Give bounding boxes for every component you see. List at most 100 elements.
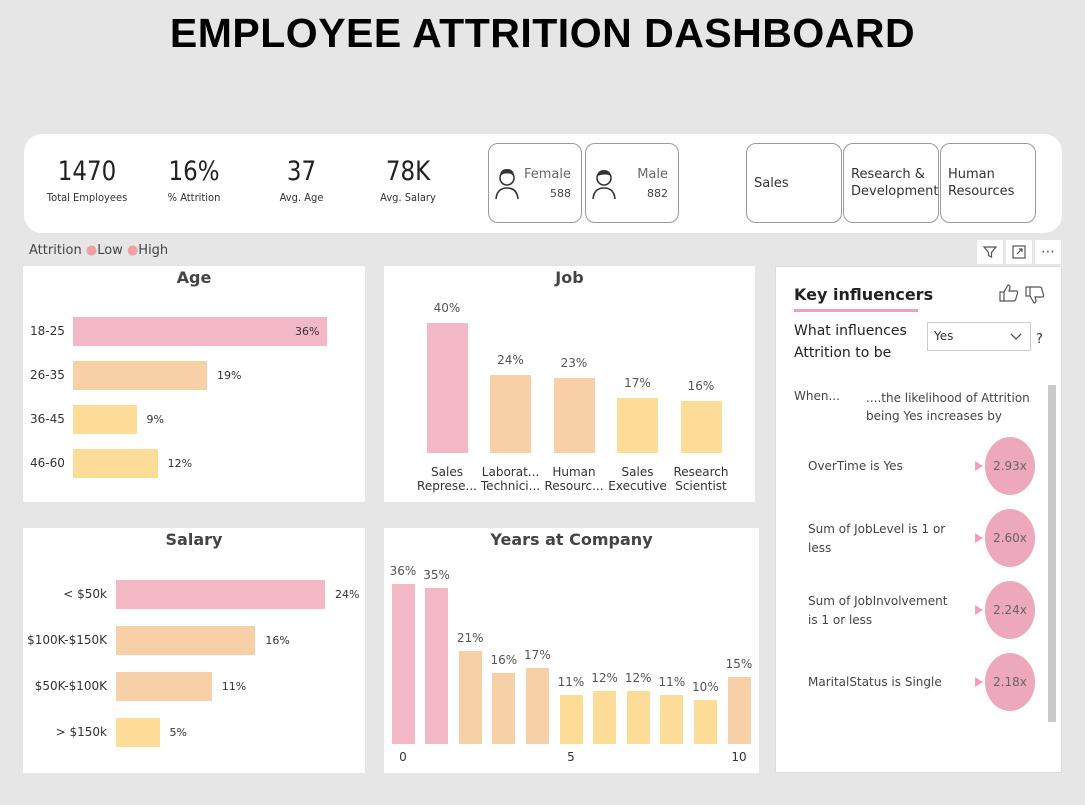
bar-value-label: 24%: [335, 588, 360, 601]
bar-category-label: > $150k: [55, 725, 107, 739]
ki-title[interactable]: Key influencers: [794, 285, 933, 304]
column-bar: [593, 690, 617, 744]
bar-category-label: $50K-$100K: [34, 679, 107, 693]
bar-category-label: $100K-$150K: [27, 633, 107, 647]
job-chart-panel: Job 40% Sales Represe... 24% Laborat... Tec…: [384, 266, 755, 502]
column-bar: [426, 323, 468, 453]
column-value-label: 16%: [687, 379, 715, 393]
thumbs-up-icon[interactable]: [998, 283, 1020, 303]
legend-title: Attrition: [29, 243, 82, 258]
column-bar: [693, 699, 717, 744]
column-category-label: Sales Represe...: [417, 465, 477, 493]
column-value-label: 11%: [658, 675, 686, 690]
legend-dot-icon: ●: [126, 243, 139, 258]
filter-icon[interactable]: [977, 240, 1003, 264]
column-bar: [525, 668, 549, 744]
chart-title: Years at Company: [490, 530, 653, 549]
legend-item: High: [138, 243, 169, 258]
salary-chart-panel: Salary < $50k 24% $100K-$150K 16% $50K-$100K…: [23, 528, 365, 773]
column-value-label: 11%: [557, 675, 585, 690]
age-chart-panel: Age 18-25 36% 26-35 19% 36-45 9% 46-60 12%: [23, 266, 365, 502]
bar: [73, 405, 137, 434]
column-bar: [490, 375, 531, 453]
column-value-label: 17%: [624, 375, 651, 390]
ki-value-dropdown[interactable]: Yes: [927, 322, 1031, 351]
ki-likelihood-header: ....the likelihood of Attrition being Ye…: [866, 391, 1030, 423]
bar-category-label: 46-60: [30, 456, 65, 470]
kpi-total-employees: 1470 Total Employees: [42, 156, 132, 204]
influencer-label[interactable]: MaritalStatus is Single: [808, 673, 958, 692]
column-bar: [727, 677, 751, 744]
influencer-bubble[interactable]: 2.24x: [985, 581, 1035, 639]
gender-card-female[interactable]: Female 588: [488, 143, 582, 223]
kpi-attrition: 16% % Attrition: [154, 156, 234, 204]
x-axis-tick-label: 5: [567, 750, 575, 764]
bar-value-label: 36%: [295, 325, 320, 338]
gender-name: Female: [523, 167, 571, 182]
department-rd-button[interactable]: Research & Development: [843, 143, 939, 223]
legend-item: Low: [97, 243, 123, 258]
column-value-label: 17%: [524, 648, 551, 663]
influencer-label[interactable]: Sum of JobInvolvement is 1 or less: [808, 592, 958, 630]
department-sales-button[interactable]: Sales: [746, 143, 842, 223]
help-icon[interactable]: ?: [1036, 332, 1043, 347]
column-value-label: 21%: [456, 630, 484, 645]
dropdown-value: Yes: [934, 329, 954, 343]
ki-scrollbar[interactable]: [1048, 385, 1056, 722]
bar-category-label: 26-35: [30, 368, 65, 382]
column-bar: [391, 584, 415, 744]
kpi-value: 1470: [57, 156, 117, 187]
years-chart-panel: Years at Company 36% 35% 21% 16% 17% 11% 12% 12…: [384, 528, 759, 773]
influencer-bubble[interactable]: 2.60x: [985, 509, 1035, 567]
pointer-arrow-icon: [975, 461, 983, 471]
column-bar: [660, 695, 684, 744]
influencer-label[interactable]: Sum of JobLevel is 1 or less: [808, 520, 958, 558]
column-category-label: Human Resourc...: [544, 465, 604, 493]
influencer-bubble[interactable]: 2.18x: [985, 653, 1035, 711]
more-options-icon[interactable]: ⋯: [1035, 240, 1061, 264]
bar: [116, 672, 212, 701]
gender-count: 588: [550, 187, 571, 200]
gender-card-male[interactable]: Male 882: [585, 143, 679, 223]
department-hr-button[interactable]: Human Resources: [940, 143, 1036, 223]
bar-category-label: < $50k: [63, 587, 107, 601]
gender-count: 882: [647, 187, 668, 200]
key-influencers-panel: Key influencers What influences Attritio…: [775, 266, 1062, 773]
bar: [116, 580, 325, 609]
influencer-bubble[interactable]: 2.93x: [985, 437, 1035, 495]
bar-value-label: 16%: [265, 634, 290, 647]
column-bar: [425, 588, 449, 744]
bar: [116, 718, 160, 747]
chevron-down-icon: [1010, 333, 1022, 340]
bar-value-label: 12%: [167, 457, 193, 470]
bar-category-label: 36-45: [30, 412, 65, 426]
gender-name: Male: [637, 167, 668, 182]
column-value-label: 12%: [624, 670, 652, 685]
column-value-label: 12%: [591, 670, 618, 685]
bar-value-label: 5%: [169, 726, 187, 739]
influencer-label[interactable]: OverTime is Yes: [808, 457, 958, 476]
male-user-icon: [592, 170, 616, 200]
column-value-label: 40%: [433, 301, 461, 315]
column-bar: [680, 401, 722, 453]
focus-mode-icon[interactable]: [1006, 240, 1032, 264]
column-bar: [458, 650, 482, 744]
kpi-label: % Attrition: [167, 191, 221, 204]
kpi-label: Total Employees: [46, 191, 128, 204]
thumbs-down-icon[interactable]: [1024, 285, 1046, 305]
kpi-label: Avg. Age: [279, 191, 324, 204]
attrition-legend: Attrition ●Low ●High: [29, 243, 168, 258]
kpi-value: 78K: [385, 156, 431, 187]
column-value-label: 35%: [423, 568, 450, 583]
kpi-value: 16%: [168, 156, 220, 187]
column-category-label: Laborat... Technici...: [480, 465, 541, 493]
column-bar: [626, 690, 650, 744]
pointer-arrow-icon: [975, 677, 983, 687]
kpi-label: Avg. Salary: [380, 191, 436, 204]
column-category-label: Research Scientist: [673, 465, 729, 493]
pointer-arrow-icon: [975, 533, 983, 543]
ki-when-header: When...: [794, 389, 840, 403]
ki-question: What influences Attrition to be: [794, 320, 907, 364]
pointer-arrow-icon: [975, 605, 983, 615]
column-bar: [559, 695, 583, 744]
